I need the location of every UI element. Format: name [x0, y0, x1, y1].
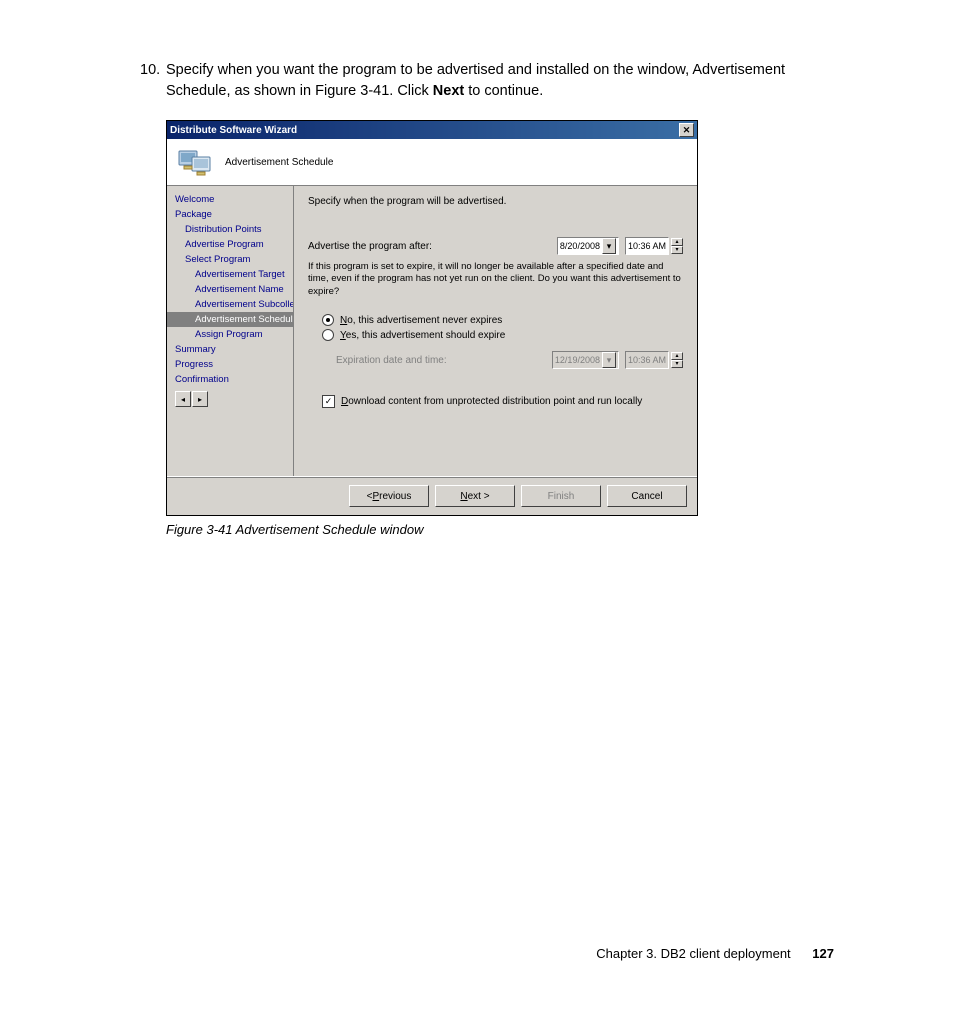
- advertise-date-picker[interactable]: 8/20/2008 ▾: [557, 237, 619, 255]
- download-label: Download content from unprotected distri…: [341, 396, 642, 407]
- page-number: 127: [812, 946, 834, 961]
- chevron-right-icon: ▸: [198, 395, 202, 404]
- chevron-down-icon: ▾: [607, 355, 612, 366]
- page-footer: Chapter 3. DB2 client deployment 127: [596, 946, 834, 961]
- wizard-panel: Specify when the program will be adverti…: [294, 186, 697, 476]
- step-number: 10.: [140, 60, 166, 102]
- sidebar-item-advertisement-name[interactable]: Advertisement Name: [167, 282, 293, 297]
- sidebar-item-advertisement-schedule[interactable]: Advertisement Schedule: [167, 312, 293, 327]
- expiration-date-dropdown: ▾: [602, 352, 616, 368]
- date-dropdown-button[interactable]: ▾: [602, 238, 616, 254]
- wizard-icon: [177, 145, 215, 179]
- radio-yes-expire-row[interactable]: Yes, this advertisement should expire: [322, 329, 683, 341]
- scroll-right-button[interactable]: ▸: [192, 391, 208, 407]
- panel-description: Specify when the program will be adverti…: [308, 196, 683, 207]
- window-title: Distribute Software Wizard: [170, 125, 679, 136]
- sidebar-item-welcome[interactable]: Welcome: [167, 192, 293, 207]
- sidebar-item-confirmation[interactable]: Confirmation: [167, 372, 293, 387]
- header-label: Advertisement Schedule: [225, 157, 333, 168]
- wizard-header: Advertisement Schedule: [167, 139, 697, 186]
- radio-yes-label: Yes, this advertisement should expire: [340, 330, 505, 341]
- step-text: Specify when you want the program to be …: [166, 60, 834, 102]
- advertise-time-value: 10:36 AM: [628, 241, 666, 251]
- sidebar-item-advertisement-subcollec[interactable]: Advertisement Subcollec: [167, 297, 293, 312]
- previous-button[interactable]: < Previous: [349, 485, 429, 507]
- cancel-button[interactable]: Cancel: [607, 485, 687, 507]
- sidebar-item-select-program[interactable]: Select Program: [167, 252, 293, 267]
- radio-no-expire[interactable]: [322, 314, 334, 326]
- finish-button: Finish: [521, 485, 601, 507]
- advertise-time-picker[interactable]: 10:36 AM: [625, 237, 669, 255]
- sidebar-item-advertisement-target[interactable]: Advertisement Target: [167, 267, 293, 282]
- chevron-down-icon: ▾: [607, 241, 612, 252]
- wizard-buttonbar: < Previous Next > Finish Cancel: [167, 476, 697, 515]
- chevron-left-icon: ◂: [181, 395, 185, 404]
- titlebar: Distribute Software Wizard ✕: [167, 121, 697, 139]
- expiration-label: Expiration date and time:: [336, 355, 552, 366]
- scroll-left-button[interactable]: ◂: [175, 391, 191, 407]
- expiration-time-value: 10:36 AM: [628, 355, 666, 365]
- close-button[interactable]: ✕: [679, 123, 694, 137]
- time-spinner[interactable]: ▴ ▾: [671, 238, 683, 254]
- sidebar-scroll: ◂ ▸: [175, 391, 293, 407]
- sidebar-item-advertise-program[interactable]: Advertise Program: [167, 237, 293, 252]
- radio-no-expire-row[interactable]: No, this advertisement never expires: [322, 314, 683, 326]
- sidebar-item-distribution-points[interactable]: Distribution Points: [167, 222, 293, 237]
- advertise-date-value: 8/20/2008: [560, 241, 600, 251]
- figure-caption: Figure 3-41 Advertisement Schedule windo…: [166, 522, 834, 537]
- next-button[interactable]: Next >: [435, 485, 515, 507]
- step-10: 10. Specify when you want the program to…: [140, 60, 834, 102]
- radio-no-label: No, this advertisement never expires: [340, 315, 502, 326]
- wizard-window: Distribute Software Wizard ✕ Ad: [166, 120, 698, 516]
- sidebar-item-package[interactable]: Package: [167, 207, 293, 222]
- sidebar-item-assign-program[interactable]: Assign Program: [167, 327, 293, 342]
- advertise-after-row: Advertise the program after: 8/20/2008 ▾…: [308, 237, 683, 255]
- expiration-row: Expiration date and time: 12/19/2008 ▾ 1…: [336, 351, 683, 369]
- radio-yes-expire[interactable]: [322, 329, 334, 341]
- spin-up-icon: ▴: [671, 238, 683, 246]
- download-checkbox-row[interactable]: ✓ Download content from unprotected dist…: [322, 395, 683, 408]
- sidebar-item-summary[interactable]: Summary: [167, 342, 293, 357]
- expire-note: If this program is set to expire, it wil…: [308, 261, 683, 298]
- close-icon: ✕: [683, 126, 691, 135]
- chapter-label: Chapter 3. DB2 client deployment: [596, 946, 790, 961]
- advertise-after-label: Advertise the program after:: [308, 241, 557, 252]
- sidebar-item-progress[interactable]: Progress: [167, 357, 293, 372]
- spin-down-icon: ▾: [671, 360, 683, 368]
- spin-down-icon: ▾: [671, 246, 683, 254]
- expiration-date-picker: 12/19/2008 ▾: [552, 351, 619, 369]
- wizard-sidebar: Welcome Package Distribution Points Adve…: [167, 186, 294, 476]
- expiration-date-value: 12/19/2008: [555, 355, 600, 365]
- download-checkbox[interactable]: ✓: [322, 395, 335, 408]
- expiration-time-spinner: ▴ ▾: [671, 352, 683, 368]
- spin-up-icon: ▴: [671, 352, 683, 360]
- expiration-time-picker: 10:36 AM: [625, 351, 669, 369]
